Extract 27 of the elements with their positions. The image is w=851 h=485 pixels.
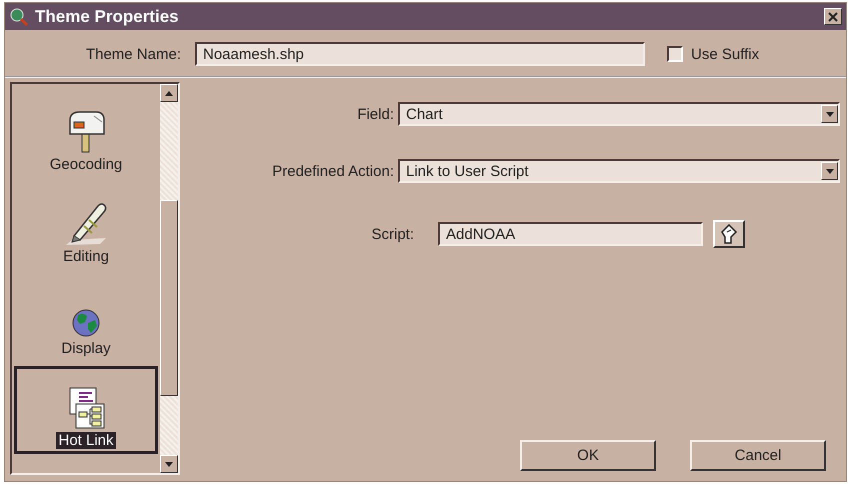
dropdown-label: Field:	[356, 106, 394, 122]
caret-icon	[826, 112, 834, 116]
category-item[interactable]: Editing	[14, 182, 158, 270]
scroll-down-icon[interactable]	[165, 462, 173, 466]
globe-magnifier-icon	[9, 6, 29, 26]
dropdown[interactable]: Link to User Script	[398, 159, 840, 183]
use-suffix-checkbox[interactable]	[667, 46, 683, 62]
scroll-up-icon[interactable]	[165, 90, 173, 96]
script-label: Script:	[370, 226, 414, 242]
use-suffix-label: Use Suffix	[691, 46, 760, 62]
theme-name-label: Theme Name:	[84, 46, 181, 62]
caret-icon	[826, 168, 834, 174]
dropdown[interactable]: Chart	[398, 102, 840, 126]
hand-button[interactable]	[713, 220, 745, 248]
globe-icon	[71, 308, 101, 338]
theme-name-field[interactable]: Noaamesh.shp	[195, 42, 645, 66]
category-item[interactable]: Hot Link	[14, 366, 158, 454]
script-field[interactable]: AddNOAA	[438, 222, 703, 246]
scrollbar[interactable]	[160, 84, 178, 473]
dropdown-label: Predefined Action:	[271, 162, 394, 180]
close-icon	[828, 12, 838, 22]
close-button[interactable]	[824, 8, 842, 25]
dialog-button[interactable]: Cancel	[690, 440, 826, 471]
category-item[interactable]: Display	[14, 274, 158, 362]
window-title: Theme Properties	[35, 6, 180, 26]
category-item[interactable]: Geocoding	[14, 90, 158, 178]
dialog-button[interactable]: OK	[520, 440, 656, 471]
